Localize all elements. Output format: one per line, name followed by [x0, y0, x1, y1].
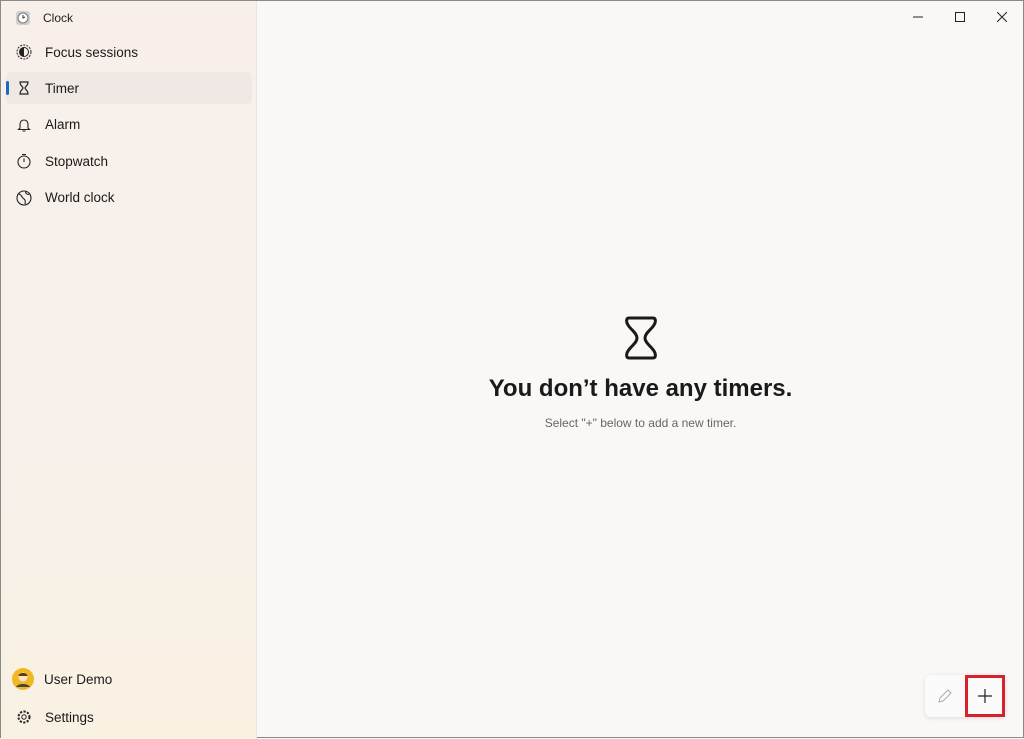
nav-list: Focus sessions Timer Alarm Stopwatch Wor… — [6, 36, 252, 218]
sidebar-item-label: Settings — [45, 709, 94, 725]
bell-icon — [17, 119, 31, 132]
focus-icon — [16, 44, 32, 60]
empty-title: You don’t have any timers. — [488, 375, 793, 402]
close-icon — [997, 12, 1007, 22]
sidebar: Clock Focus sessions Timer Alarm Stopwat… — [1, 1, 257, 739]
close-button[interactable] — [981, 1, 1023, 33]
user-account-button[interactable]: User Demo — [6, 663, 252, 695]
avatar — [12, 668, 34, 690]
pencil-icon — [938, 689, 952, 703]
edit-button[interactable] — [925, 675, 965, 717]
sidebar-item-label: Timer — [45, 80, 79, 96]
user-name: User Demo — [44, 671, 113, 687]
globe-icon — [16, 190, 32, 206]
hourglass-icon — [624, 316, 657, 360]
add-timer-button[interactable] — [965, 675, 1005, 717]
sidebar-item-label: World clock — [45, 190, 115, 206]
minimize-button[interactable] — [897, 1, 939, 33]
window-controls — [897, 1, 1023, 33]
sidebar-item-alarm[interactable]: Alarm — [6, 109, 252, 141]
sidebar-item-focus-sessions[interactable]: Focus sessions — [6, 36, 252, 68]
maximize-icon — [955, 12, 965, 22]
clock-app-icon — [16, 11, 30, 25]
minimize-icon — [913, 16, 923, 18]
sidebar-item-world-clock[interactable]: World clock — [6, 182, 252, 214]
sidebar-item-settings[interactable]: Settings — [6, 701, 252, 733]
app-title-bar: Clock — [15, 10, 73, 26]
timer-actions — [925, 675, 1005, 717]
sidebar-item-stopwatch[interactable]: Stopwatch — [6, 145, 252, 177]
plus-icon — [978, 689, 992, 703]
hourglass-icon — [19, 81, 29, 95]
empty-hint: Select "+" below to add a new timer. — [544, 416, 737, 430]
empty-state: You don’t have any timers. Select "+" be… — [258, 316, 1023, 430]
sidebar-item-label: Alarm — [45, 117, 81, 133]
app-title: Clock — [43, 11, 74, 25]
gear-icon — [17, 710, 31, 724]
sidebar-item-label: Stopwatch — [45, 153, 109, 169]
maximize-button[interactable] — [939, 1, 981, 33]
sidebar-item-label: Focus sessions — [45, 44, 139, 60]
stopwatch-icon — [17, 154, 31, 169]
main-content: You don’t have any timers. Select "+" be… — [258, 1, 1023, 737]
sidebar-item-timer[interactable]: Timer — [6, 72, 252, 105]
